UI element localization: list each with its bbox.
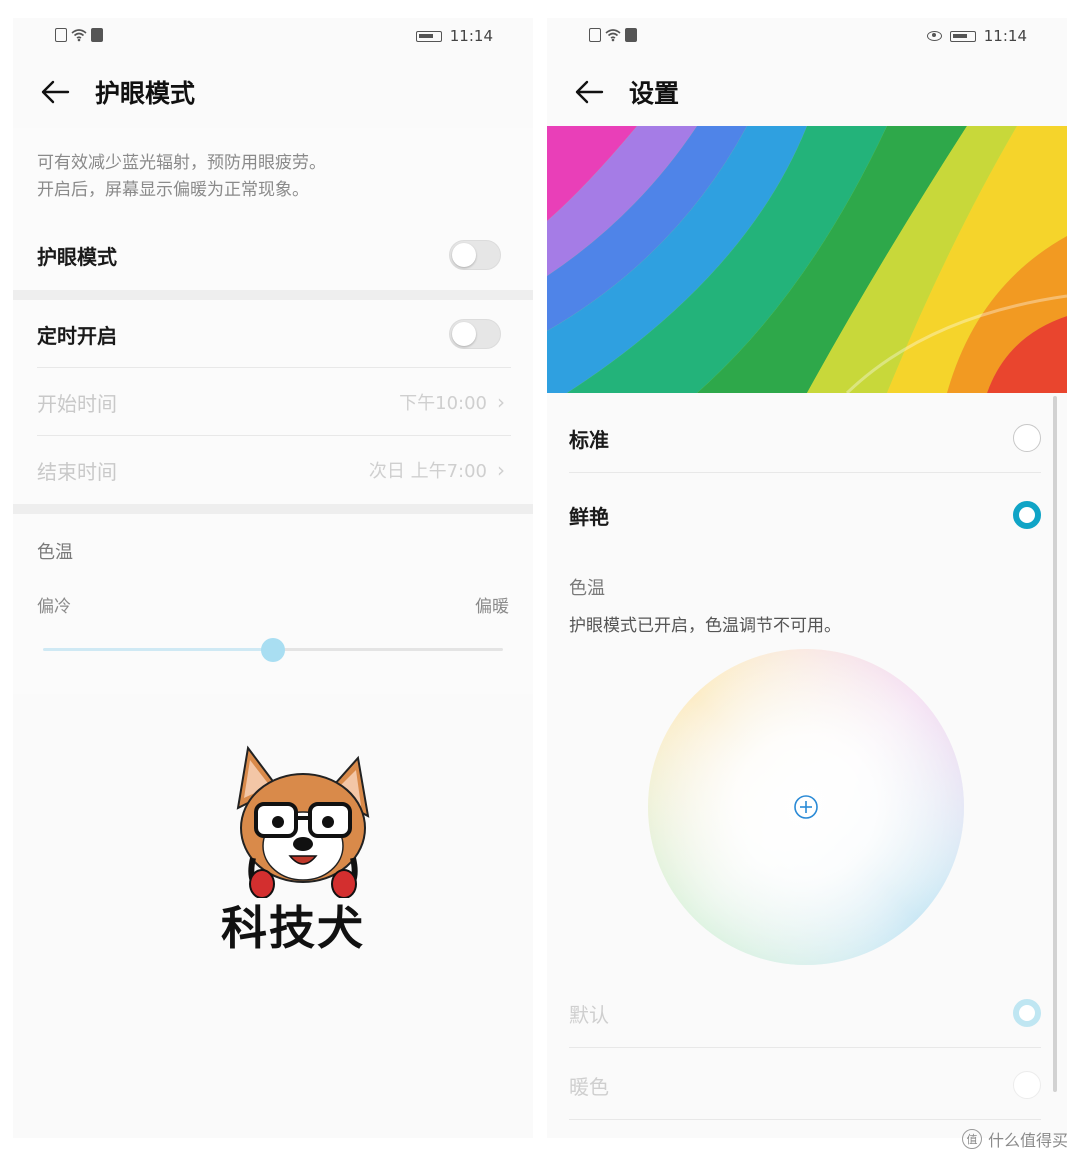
- eye-icon: [926, 31, 942, 41]
- color-wheel[interactable]: [647, 648, 965, 966]
- back-arrow-icon[interactable]: [29, 66, 81, 118]
- eye-mode-label: 护眼模式: [37, 244, 117, 269]
- sim-icon: [55, 28, 67, 42]
- cold-label: 偏冷: [37, 597, 71, 617]
- description-line-1: 可有效减少蓝光辐射，预防用眼疲劳。: [37, 153, 326, 173]
- status-bar: 11:14: [13, 18, 533, 56]
- color-temp-slider[interactable]: [43, 638, 503, 662]
- schedule-row[interactable]: 定时开启: [13, 300, 533, 368]
- section-gap: [13, 290, 533, 300]
- start-time-row[interactable]: 开始时间 下午10:00 ›: [13, 368, 533, 436]
- wifi-icon: [605, 29, 621, 42]
- toggle-knob: [452, 322, 476, 346]
- battery-icon: [949, 30, 976, 42]
- color-temp-note: 护眼模式已开启，色温调节不可用。: [569, 616, 841, 636]
- eye-mode-row[interactable]: 护眼模式: [13, 220, 533, 290]
- battery-icon: [415, 30, 442, 42]
- notification-icon: [91, 28, 103, 42]
- watermark: 值 什么值得买: [961, 1127, 1068, 1151]
- watermark-logo-icon: 值: [961, 1129, 982, 1149]
- mode-vivid-row[interactable]: 鲜艳: [547, 480, 1067, 550]
- preset-warm-label: 暖色: [569, 1074, 609, 1099]
- status-icons-right: 11:14: [415, 27, 493, 45]
- preset-warm-row[interactable]: 暖色: [547, 1050, 1067, 1120]
- notification-icon: [625, 28, 637, 42]
- warm-label: 偏暖: [475, 597, 509, 617]
- mascot-text: 科技犬: [221, 901, 365, 955]
- chevron-right-icon: ›: [497, 458, 505, 482]
- back-arrow-icon[interactable]: [563, 66, 615, 118]
- sim-icon: [589, 28, 601, 42]
- color-temp-title: 色温: [569, 578, 605, 599]
- status-icons-left: [589, 28, 637, 42]
- description-line-2: 开启后，屏幕显示偏暖为正常现象。: [37, 180, 309, 200]
- scrollbar[interactable]: [1053, 396, 1057, 1092]
- corgi-illustration: [236, 745, 370, 899]
- mascot-logo: 科技犬: [198, 738, 388, 968]
- schedule-label: 定时开启: [37, 323, 117, 348]
- start-time-label: 开始时间: [37, 391, 117, 416]
- display-settings-screen: 11:14 设置 标准 鲜艳 色温 护眼模式已开启，色温调节不可用。 默认 暖色: [547, 18, 1067, 1138]
- end-time-row[interactable]: 结束时间 次日 上午7:00 ›: [13, 436, 533, 504]
- mode-standard-radio[interactable]: [1013, 424, 1041, 452]
- mode-standard-row[interactable]: 标准: [547, 403, 1067, 473]
- page-title: 设置: [629, 79, 680, 108]
- toggle-knob: [452, 243, 476, 267]
- status-time: 11:14: [983, 27, 1027, 45]
- end-time-value: 次日 上午7:00: [368, 461, 487, 482]
- mode-vivid-label: 鲜艳: [569, 504, 609, 529]
- color-temp-title: 色温: [37, 542, 73, 563]
- mode-vivid-radio[interactable]: [1013, 501, 1041, 529]
- divider: [569, 1047, 1041, 1048]
- page-title: 护眼模式: [95, 79, 196, 108]
- divider: [569, 472, 1041, 473]
- status-bar: 11:14: [547, 18, 1067, 56]
- wifi-icon: [71, 29, 87, 42]
- watermark-text: 什么值得买: [987, 1131, 1068, 1150]
- schedule-toggle[interactable]: [449, 319, 501, 349]
- status-icons-right: 11:14: [926, 27, 1027, 45]
- section-gap: [13, 504, 533, 514]
- divider: [569, 1119, 1041, 1120]
- preset-default-row[interactable]: 默认: [547, 978, 1067, 1048]
- slider-thumb[interactable]: [261, 638, 285, 662]
- end-time-label: 结束时间: [37, 459, 117, 484]
- description: 可有效减少蓝光辐射，预防用眼疲劳。 开启后，屏幕显示偏暖为正常现象。: [13, 128, 533, 220]
- eye-comfort-screen: 11:14 护眼模式 可有效减少蓝光辐射，预防用眼疲劳。 开启后，屏幕显示偏暖为…: [13, 18, 533, 1138]
- preset-warm-radio[interactable]: [1013, 1071, 1041, 1099]
- title-bar: 护眼模式: [13, 56, 533, 128]
- chevron-right-icon: ›: [497, 390, 505, 414]
- color-temp-section: 色温 偏冷 偏暖: [13, 514, 533, 694]
- status-icons-left: [55, 28, 103, 42]
- status-time: 11:14: [449, 27, 493, 45]
- preview-wallpaper: [547, 126, 1067, 393]
- title-bar: 设置: [547, 56, 1067, 128]
- mode-standard-label: 标准: [569, 427, 609, 452]
- start-time-value: 下午10:00: [399, 393, 487, 414]
- preset-default-label: 默认: [569, 1002, 609, 1027]
- eye-mode-toggle[interactable]: [449, 240, 501, 270]
- preset-default-radio[interactable]: [1013, 999, 1041, 1027]
